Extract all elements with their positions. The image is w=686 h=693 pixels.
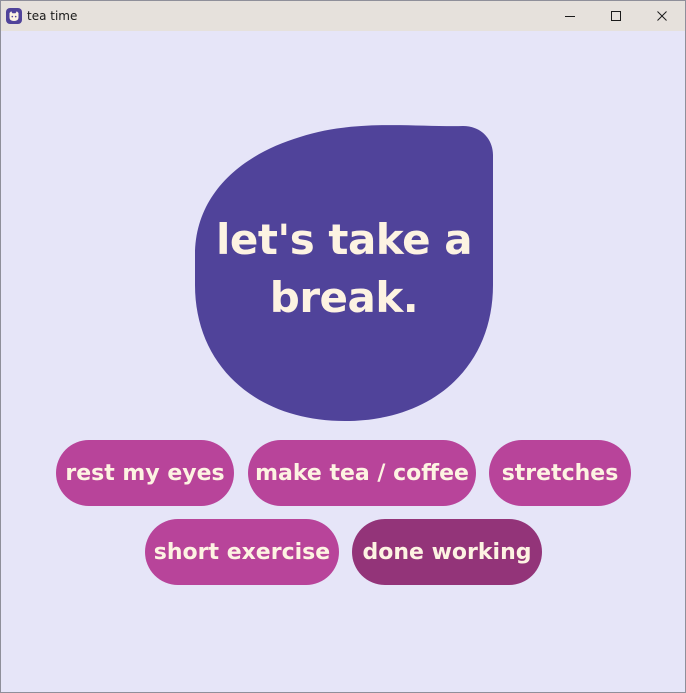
cat-face-icon — [6, 8, 22, 24]
stretches-button[interactable]: stretches — [489, 440, 631, 506]
headline-line-2: break. — [269, 273, 419, 322]
minimize-icon — [565, 16, 575, 17]
window-title: tea time — [27, 9, 78, 23]
done-working-button[interactable]: done working — [352, 519, 542, 585]
break-headline: let's take a break. — [195, 211, 493, 327]
main-content: let's take a break. rest my eyes make te… — [1, 31, 685, 692]
minimize-button[interactable] — [547, 1, 593, 31]
maximize-button[interactable] — [593, 1, 639, 31]
maximize-icon — [611, 11, 621, 21]
title-bar[interactable]: tea time — [1, 1, 685, 31]
app-window: tea time let's take a break. rest my eye — [0, 0, 686, 693]
close-icon — [657, 11, 667, 21]
close-button[interactable] — [639, 1, 685, 31]
rest-my-eyes-button[interactable]: rest my eyes — [56, 440, 234, 506]
short-exercise-button[interactable]: short exercise — [145, 519, 339, 585]
headline-line-1: let's take a — [215, 215, 473, 264]
make-tea-coffee-button[interactable]: make tea / coffee — [248, 440, 476, 506]
